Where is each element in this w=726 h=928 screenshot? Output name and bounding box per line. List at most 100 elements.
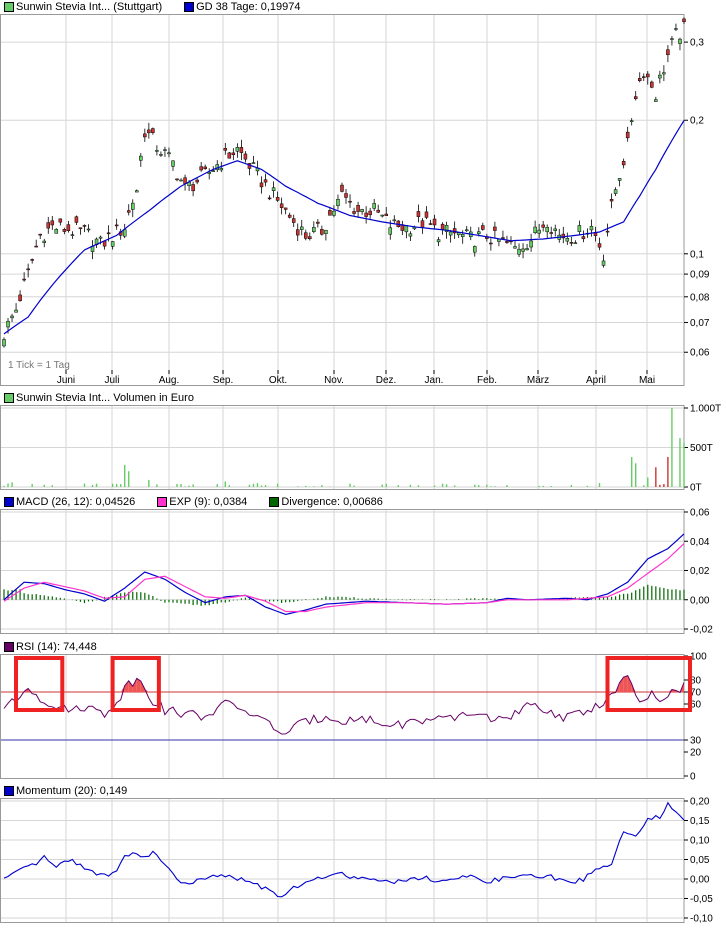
candle-body: [263, 179, 268, 183]
candle-body: [243, 153, 248, 160]
candle-body: [360, 209, 364, 213]
candle-body: [58, 218, 63, 223]
candle-body: [155, 150, 159, 152]
y-tick-label: 30: [690, 736, 702, 747]
candle-body: [493, 226, 497, 231]
candle-body: [340, 184, 344, 192]
candle-body: [460, 233, 465, 237]
candle-body: [10, 315, 14, 319]
candle-body: [477, 231, 481, 234]
candle-body: [352, 211, 356, 214]
candle-body: [364, 212, 368, 217]
candle-body: [131, 202, 135, 210]
rsi-legend: RSI (14): 74,448: [4, 640, 115, 654]
x-tick-label: Aug.: [159, 375, 180, 386]
candle-body: [211, 170, 215, 172]
candle-body: [569, 242, 574, 244]
legend-swatch-gd38: [184, 2, 195, 12]
candle-body: [682, 18, 686, 22]
y-tick-label: 1.000T: [690, 404, 721, 415]
rsi-line: [3, 674, 685, 735]
candle-body: [533, 226, 537, 233]
y-tick-label: 100: [690, 652, 707, 663]
legend-swatch-volume: [4, 393, 14, 403]
candle-body: [456, 232, 461, 236]
legend-item-divergence: Divergence: 0,00686: [269, 496, 383, 508]
legend-swatch-exp: [157, 497, 168, 507]
candle-body: [283, 207, 288, 210]
rsi-panel: 100 80 70 60 30 20 0: [0, 652, 726, 783]
highlight-box: [14, 656, 65, 712]
candle-body: [505, 241, 509, 243]
candle-body: [78, 227, 83, 229]
plot-frame: [0, 654, 685, 779]
candle-body: [235, 147, 240, 152]
candle-body: [122, 229, 127, 237]
legend-label-momentum: Momentum (20): 0,149: [16, 785, 128, 797]
candle-body: [70, 234, 75, 236]
candle-body: [114, 224, 119, 227]
candle-body: [22, 278, 26, 281]
legend-label-rsi: RSI (14): 74,448: [16, 641, 97, 653]
y-tick-label: 0,08: [690, 292, 710, 303]
legend-swatch-divergence: [269, 497, 280, 507]
y-tick-label: 0,20: [690, 797, 710, 808]
candle-body: [629, 120, 634, 122]
price-legend: Sunwin Stevia Int... (Stuttgart) GD 38 T…: [4, 0, 319, 14]
legend-label-divergence: Divergence: 0,00686: [281, 496, 383, 508]
y-tick-label: 0,04: [690, 537, 710, 548]
y-tick-label: 0,2: [690, 116, 704, 127]
candle-body: [231, 152, 236, 155]
y-tick-label: 0: [690, 772, 696, 783]
legend-item-momentum: Momentum (20): 0,149: [4, 785, 127, 797]
y-tick-label: 0,3: [690, 38, 704, 49]
candle-body: [380, 214, 384, 217]
candle-body: [633, 96, 638, 100]
volume-chart: 1.000T 500T 0T: [0, 404, 721, 494]
x-tick-label: April: [586, 375, 606, 386]
candle-body: [513, 246, 517, 249]
momentum-line: [3, 801, 685, 898]
candle-body: [521, 248, 525, 252]
x-tick-label: Feb.: [477, 375, 497, 386]
candle-body: [159, 154, 163, 156]
candle-body: [271, 187, 276, 191]
candle-body: [279, 203, 284, 208]
candle-body: [135, 190, 139, 193]
candle-body: [464, 229, 469, 232]
momentum-chart: 0,20 0,15 0,10 0,05 0,00 -0,05 -0,10: [0, 797, 713, 925]
candle-body: [42, 240, 46, 243]
candle-body: [481, 225, 485, 230]
candle-body: [565, 238, 570, 242]
candle-body: [46, 222, 51, 229]
macd-panel: 0,06 0,04 0,02 0,00 -0,02: [0, 508, 726, 636]
candle-body: [473, 246, 477, 253]
y-tick-label: 0,05: [690, 855, 710, 866]
x-tick-label: Okt.: [269, 375, 287, 386]
candle-body: [537, 229, 541, 234]
candle-body: [38, 233, 42, 236]
candle-body: [167, 152, 171, 155]
legend-label-volume: Sunwin Stevia Int... Volumen in Euro: [16, 392, 194, 404]
candle-body: [637, 78, 642, 81]
y-tick-label: 0,1: [690, 249, 704, 260]
candle-body: [324, 229, 328, 234]
candle-body: [275, 197, 280, 201]
candle-body: [617, 178, 622, 181]
candle-body: [384, 213, 388, 216]
candle-body: [203, 166, 207, 169]
candle-body: [666, 49, 670, 56]
candle-body: [368, 210, 372, 216]
y-tick-label: 0,06: [690, 348, 710, 359]
x-tick-label: Juli: [104, 375, 119, 386]
candle-body: [267, 197, 272, 200]
candle-body: [597, 243, 602, 248]
candle-body: [376, 209, 380, 213]
candle-body: [26, 268, 30, 271]
candle-body: [553, 228, 557, 231]
candle-body: [336, 198, 340, 206]
y-tick-label: 0,00: [690, 875, 710, 886]
candle-body: [143, 133, 147, 138]
candle-body: [223, 148, 228, 151]
candle-body: [239, 147, 244, 153]
